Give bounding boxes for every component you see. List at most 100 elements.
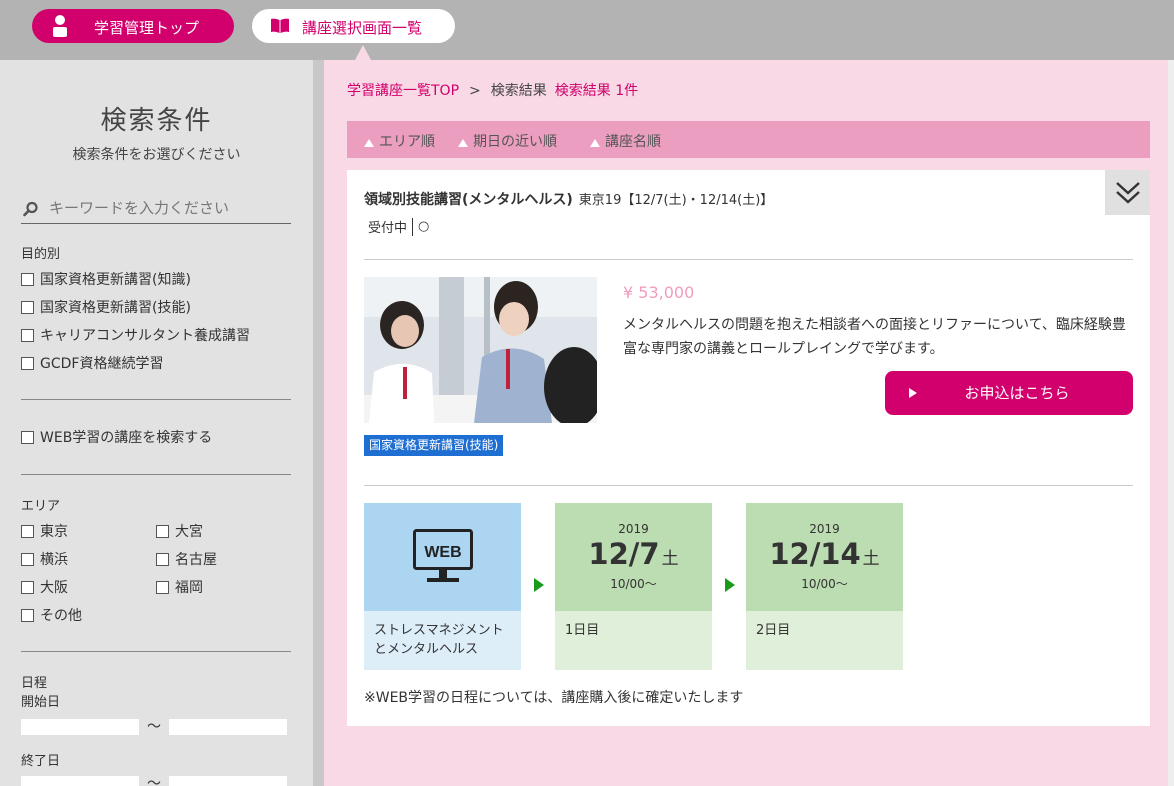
day-date-value: 12/14 bbox=[769, 537, 861, 571]
start-date-label: 開始日 bbox=[21, 695, 61, 710]
day-year: 2019 bbox=[618, 522, 649, 536]
sort-by-area[interactable]: エリア順 bbox=[364, 131, 435, 151]
collapse-toggle[interactable] bbox=[1105, 170, 1150, 215]
purpose-checkbox-knowledge[interactable]: 国家資格更新講習(知識) bbox=[21, 269, 191, 289]
start-date-from-input[interactable] bbox=[21, 719, 139, 735]
learning-top-label: 学習管理トップ bbox=[94, 19, 200, 37]
checkbox-label: 国家資格更新講習(知識) bbox=[40, 272, 191, 288]
keyword-search-input[interactable] bbox=[49, 196, 289, 220]
user-icon bbox=[53, 15, 67, 37]
checkbox-box[interactable] bbox=[21, 608, 34, 622]
day-step-header: 2019 12/14 土 10/00〜 bbox=[746, 503, 903, 611]
range-tilde: 〜 bbox=[147, 776, 161, 786]
sidebar-title: 検索条件 bbox=[100, 106, 213, 136]
area-checkbox-fukuoka[interactable]: 福岡 bbox=[156, 577, 203, 597]
sort-bar: エリア順 期日の近い順 講座名順 bbox=[347, 121, 1150, 158]
area-checkbox-yokohama[interactable]: 横浜 bbox=[21, 549, 68, 569]
range-tilde: 〜 bbox=[147, 719, 161, 735]
web-step-header: WEB bbox=[364, 503, 521, 611]
checkbox-box[interactable] bbox=[21, 524, 34, 538]
checkbox-box[interactable] bbox=[156, 580, 169, 594]
day-of-week: 土 bbox=[862, 549, 880, 569]
sort-label: 期日の近い順 bbox=[473, 134, 557, 150]
purpose-checkbox-gcdf[interactable]: GCDF資格継続学習 bbox=[21, 353, 163, 373]
course-status: 受付中 ○ bbox=[368, 217, 429, 236]
purpose-checkbox-skill[interactable]: 国家資格更新講習(技能) bbox=[21, 297, 191, 317]
checkbox-box[interactable] bbox=[21, 356, 34, 370]
step-arrow-icon bbox=[725, 578, 735, 592]
end-date-to-input[interactable] bbox=[169, 776, 287, 786]
course-list-label: 講座選択画面一覧 bbox=[302, 19, 423, 37]
sort-by-name[interactable]: 講座名順 bbox=[590, 131, 661, 151]
area-checkbox-nagoya[interactable]: 名古屋 bbox=[156, 549, 217, 569]
day-date-value: 12/7 bbox=[588, 537, 660, 571]
page-scrollbar[interactable] bbox=[1168, 60, 1174, 786]
apply-button[interactable]: お申込はこちら bbox=[885, 371, 1133, 415]
sort-triangle-icon bbox=[364, 139, 374, 147]
sidebar-scrollbar[interactable] bbox=[313, 60, 324, 786]
course-schedule: 東京19【12/7(土)・12/14(土)】 bbox=[578, 193, 774, 208]
day-caption: 2日目 bbox=[746, 611, 903, 670]
area-checkbox-tokyo[interactable]: 東京 bbox=[21, 521, 68, 541]
checkbox-label: WEB学習の講座を検索する bbox=[40, 430, 213, 446]
checkbox-box[interactable] bbox=[21, 300, 34, 314]
double-chevron-down-icon bbox=[1116, 182, 1140, 204]
result-count: 検索結果 1件 bbox=[554, 83, 639, 99]
checkbox-box[interactable] bbox=[156, 552, 169, 566]
checkbox-box[interactable] bbox=[21, 328, 34, 342]
checkbox-label: 東京 bbox=[40, 524, 68, 540]
checkbox-box[interactable] bbox=[21, 430, 34, 444]
course-photo-illustration bbox=[364, 277, 597, 423]
end-date-label: 終了日 bbox=[21, 754, 61, 769]
card-divider bbox=[364, 259, 1133, 260]
checkbox-box[interactable] bbox=[21, 272, 34, 286]
top-navigation-bar: 学習管理トップ 講座選択画面一覧 bbox=[0, 0, 1174, 60]
web-monitor-icon: WEB bbox=[413, 529, 473, 582]
sort-triangle-icon bbox=[458, 139, 468, 147]
learning-top-button[interactable]: 学習管理トップ bbox=[32, 9, 234, 43]
checkbox-box[interactable] bbox=[156, 524, 169, 538]
breadcrumb-current: 検索結果 bbox=[490, 83, 547, 99]
checkbox-label: GCDF資格継続学習 bbox=[40, 356, 164, 372]
course-title: 領域別技能講習(メンタルヘルス) 東京19【12/7(土)・12/14(土)】 bbox=[364, 189, 773, 209]
status-divider bbox=[412, 217, 414, 236]
active-tab-indicator bbox=[355, 45, 371, 60]
start-date-to-input[interactable] bbox=[169, 719, 287, 735]
day-of-week: 土 bbox=[661, 549, 679, 569]
web-learning-checkbox[interactable]: WEB学習の講座を検索する bbox=[21, 427, 212, 447]
breadcrumb-top-link[interactable]: 学習講座一覧TOP bbox=[347, 83, 459, 99]
book-icon bbox=[271, 18, 289, 33]
course-list-button[interactable]: 講座選択画面一覧 bbox=[252, 9, 455, 43]
checkbox-label: 大宮 bbox=[175, 524, 203, 540]
day-step-header: 2019 12/7 土 10/00〜 bbox=[555, 503, 712, 611]
checkbox-label: キャリアコンサルタント養成講習 bbox=[40, 328, 250, 344]
area-label: エリア bbox=[21, 499, 61, 514]
day-time: 10/00〜 bbox=[801, 577, 848, 591]
sort-by-date[interactable]: 期日の近い順 bbox=[458, 131, 557, 151]
web-step: WEB ストレスマネジメントとメンタルヘルス bbox=[364, 503, 521, 670]
checkbox-label: その他 bbox=[40, 608, 82, 624]
card-divider bbox=[364, 485, 1133, 486]
sort-label: 講座名順 bbox=[605, 134, 661, 150]
course-price: ¥ 53,000 bbox=[623, 283, 695, 302]
purpose-checkbox-career[interactable]: キャリアコンサルタント養成講習 bbox=[21, 325, 250, 345]
checkbox-box[interactable] bbox=[21, 580, 34, 594]
sort-label: エリア順 bbox=[379, 134, 435, 150]
day-time: 10/00〜 bbox=[610, 577, 657, 591]
day-caption: 1日目 bbox=[555, 611, 712, 670]
divider bbox=[21, 651, 291, 652]
area-checkbox-omiya[interactable]: 大宮 bbox=[156, 521, 203, 541]
status-mark: ○ bbox=[418, 219, 430, 234]
sort-triangle-icon bbox=[590, 139, 600, 147]
day-date: 12/7 土 bbox=[555, 537, 712, 571]
apply-button-label: お申込はこちら bbox=[964, 384, 1070, 402]
schedule-label: 日程 bbox=[21, 676, 48, 691]
status-label: 受付中 bbox=[368, 221, 408, 236]
day-step-1: 2019 12/7 土 10/00〜 1日目 bbox=[555, 503, 712, 670]
checkbox-label: 名古屋 bbox=[175, 552, 217, 568]
end-date-from-input[interactable] bbox=[21, 776, 139, 786]
checkbox-box[interactable] bbox=[21, 552, 34, 566]
area-checkbox-osaka[interactable]: 大阪 bbox=[21, 577, 68, 597]
area-checkbox-other[interactable]: その他 bbox=[21, 605, 82, 625]
day-date: 12/14 土 bbox=[746, 537, 903, 571]
